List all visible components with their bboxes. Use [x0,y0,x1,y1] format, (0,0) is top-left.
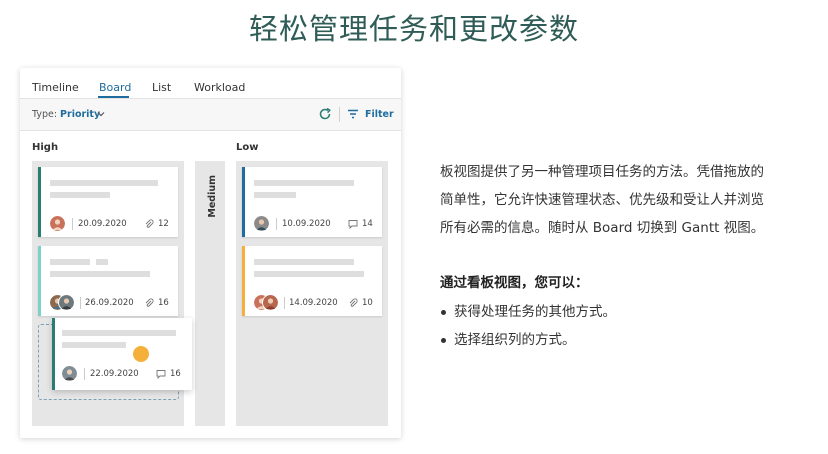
description-line: 板视图提供了另一种管理项目任务的方法。凭借拖放的 [440,164,764,180]
avatar [263,295,278,310]
chevron-down-icon[interactable] [96,109,106,119]
benefit-item: 选择组织列的方式。 [440,326,616,354]
card-date: 10.09.2020 [282,219,331,229]
task-card[interactable]: 14.09.2020 10 [242,246,382,316]
card-subtitle-placeholder [62,342,126,348]
tab-workload[interactable]: Workload [194,81,245,94]
filter-icon[interactable] [347,108,359,120]
card-date: 22.09.2020 [90,369,139,379]
board-toolbar: Type: Priority Filter [20,99,401,131]
benefit-item: 获得处理任务的其他方式。 [440,298,616,326]
type-value: Priority [60,109,101,120]
description-line: 简单性，它允许快速管理状态、优先级和受让人并浏览 [440,192,764,208]
task-card-dragging[interactable]: 22.09.2020 16 [52,318,192,390]
drag-cursor-indicator [133,346,149,362]
benefits-heading: 通过看板视图，您可以： [440,275,589,291]
card-title-placeholder [254,259,354,265]
card-date: 26.09.2020 [85,298,134,308]
paperclip-icon [349,298,358,307]
card-attachment-count: 16 [158,298,169,308]
card-attachment-count: 12 [158,219,169,229]
tab-board[interactable]: Board [99,81,131,94]
avatar [62,366,77,381]
card-date: 20.09.2020 [78,219,127,229]
description-line: 所有必需的信息。随时从 Board 切换到 Gantt 视图。 [440,220,765,236]
card-divider [80,297,81,309]
feature-description: 板视图提供了另一种管理项目任务的方法。凭借拖放的 简单性，它允许快速管理状态、优… [440,158,810,242]
card-title-placeholder [62,330,176,336]
page-heading: 轻松管理任务和更改参数 [248,12,579,46]
card-divider [84,368,85,380]
view-tabs: Timeline Board List Workload [20,68,401,99]
avatar [254,216,269,231]
toolbar-divider [339,107,340,122]
card-attachment-count: 10 [362,298,373,308]
card-subtitle-placeholder [254,271,364,277]
card-divider [276,218,277,230]
filter-button[interactable]: Filter [365,109,394,120]
card-subtitle-placeholder [50,192,110,198]
card-title-placeholder [50,180,158,186]
card-divider [284,297,285,309]
card-comment-count: 16 [170,369,181,379]
card-title-placeholder [254,180,354,186]
card-date: 14.09.2020 [289,298,338,308]
card-priority-bar [242,246,245,316]
avatar [59,295,74,310]
card-title-placeholder [96,259,108,265]
tab-list[interactable]: List [152,81,171,94]
card-priority-bar [52,318,55,390]
card-priority-bar [38,246,41,316]
task-card[interactable]: 10.09.2020 14 [242,167,382,237]
column-title-medium: Medium [207,175,218,218]
benefits-list: 获得处理任务的其他方式。 选择组织列的方式。 [440,298,616,354]
card-comment-count: 14 [362,219,373,229]
tab-timeline[interactable]: Timeline [32,81,79,94]
type-selector[interactable]: Type: Priority [32,109,100,120]
board-app-window: Timeline Board List Workload Type: Prior… [20,68,401,438]
card-subtitle-placeholder [254,192,296,198]
card-divider [72,218,73,230]
avatar [50,216,65,231]
task-card[interactable]: 20.09.2020 12 [38,167,178,237]
card-title-placeholder [50,259,90,265]
paperclip-icon [145,219,154,228]
type-label: Type: [32,109,61,120]
comment-icon [348,220,358,229]
comment-icon [156,370,166,379]
task-card[interactable]: 26.09.2020 16 [38,246,178,316]
column-title-high: High [32,142,59,153]
refresh-icon[interactable] [318,107,332,121]
paperclip-icon [145,298,154,307]
column-title-low: Low [236,142,259,153]
card-priority-bar [242,167,245,237]
card-priority-bar [38,167,41,237]
card-subtitle-placeholder [50,271,150,277]
